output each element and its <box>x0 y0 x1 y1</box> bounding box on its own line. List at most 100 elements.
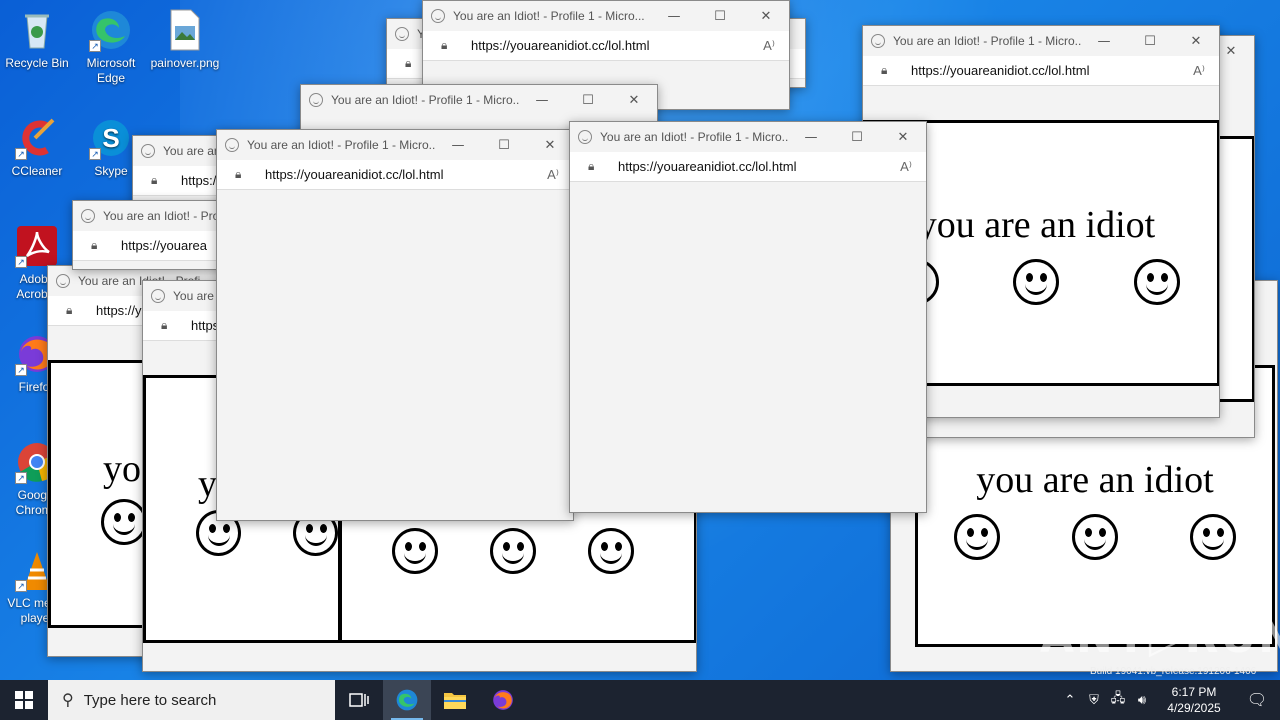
read-aloud-icon[interactable]: A⁾ <box>886 159 926 175</box>
window-titlebar[interactable]: You are an Idiot! - Profile 1 - Micro...… <box>863 26 1219 56</box>
smiley-face-icon <box>392 528 438 574</box>
address-url[interactable]: https://youareanidiot.cc/lol.html <box>265 167 533 182</box>
maximize-icon[interactable]: ☐ <box>697 9 743 24</box>
ccleaner-icon: ↗ <box>15 116 59 160</box>
shortcut-arrow-icon: ↗ <box>15 256 27 268</box>
minimize-icon[interactable]: — <box>435 138 481 153</box>
shortcut-arrow-icon: ↗ <box>15 472 27 484</box>
window-title: You are an Idiot! - Profile 1 - Micro... <box>893 34 1081 48</box>
security-icon[interactable]: ⛨ <box>1082 692 1106 708</box>
lock-icon: 🔒︎ <box>588 159 595 173</box>
address-bar[interactable]: 🔒︎ https://youareanidiot.cc/lol.html A⁾ <box>217 160 573 190</box>
desktop-icon-label: painover.png <box>150 56 220 70</box>
lock-icon: 🔒︎ <box>881 63 888 77</box>
maximize-icon[interactable]: ☐ <box>1127 34 1173 49</box>
close-icon[interactable]: ✕ <box>880 130 926 145</box>
taskbar-search[interactable]: ⚲ Type here to search <box>48 680 335 720</box>
desktop-icon-edge[interactable]: ↗ Microsoft Edge <box>74 8 148 86</box>
close-icon[interactable]: ✕ <box>743 9 789 24</box>
taskbar-clock[interactable]: 6:17 PM 4/29/2025 <box>1154 684 1234 716</box>
lock-icon: 🔒︎ <box>91 238 98 252</box>
lock-icon: 🔒︎ <box>441 38 448 52</box>
edge-icon: ↗ <box>89 8 133 52</box>
minimize-icon[interactable]: — <box>1081 34 1127 49</box>
address-url[interactable]: https://youareanidiot.cc/lol.html <box>471 38 749 53</box>
browser-window[interactable]: You are an Idiot! - Profile 1 - Micro...… <box>569 121 927 513</box>
firefox-icon <box>493 690 513 710</box>
taskbar-firefox[interactable] <box>479 680 527 720</box>
close-icon[interactable]: ✕ <box>611 93 657 108</box>
smiley-face-icon <box>490 528 536 574</box>
search-placeholder: Type here to search <box>83 691 217 709</box>
smiley-favicon-icon <box>395 27 409 41</box>
desktop-icon-label: Microsoft Edge <box>86 56 136 85</box>
read-aloud-icon[interactable]: A⁾ <box>749 38 789 54</box>
address-bar[interactable]: 🔒︎ https://youareanidiot.cc/lol.html A⁾ <box>863 56 1219 86</box>
window-titlebar[interactable]: You are an Idiot! - Profile 1 - Micro...… <box>570 122 926 152</box>
close-icon[interactable]: ✕ <box>527 138 573 153</box>
smiley-favicon-icon <box>141 144 155 158</box>
smiley-face-icon <box>1190 514 1236 560</box>
smiley-face-icon <box>1072 514 1118 560</box>
start-button[interactable] <box>0 680 48 720</box>
loading-spinner-icon <box>431 9 445 23</box>
skype-icon: S ↗ <box>89 116 133 160</box>
address-url[interactable]: https://youareanidiot.cc/lol.html <box>618 159 886 174</box>
page-content <box>570 182 926 512</box>
image-file-icon <box>163 8 207 52</box>
minimize-icon[interactable]: — <box>788 130 834 145</box>
window-title: You are an Idiot! - Profile 1 - Micro... <box>453 9 645 23</box>
shortcut-arrow-icon: ↗ <box>15 364 27 376</box>
task-view-button[interactable] <box>335 680 383 720</box>
smiley-favicon-icon <box>56 274 70 288</box>
lock-icon: 🔒︎ <box>151 173 158 187</box>
loading-spinner-icon <box>151 289 165 303</box>
smiley-favicon-icon <box>578 130 592 144</box>
smiley-favicon-icon <box>81 209 95 223</box>
folder-icon <box>444 693 466 709</box>
lock-icon: 🔒︎ <box>161 318 168 332</box>
read-aloud-icon[interactable]: A⁾ <box>1179 63 1219 79</box>
smiley-favicon-icon <box>225 138 239 152</box>
desktop-icon-ccleaner[interactable]: ↗ CCleaner <box>0 116 74 179</box>
minimize-icon[interactable]: — <box>651 9 697 24</box>
maximize-icon[interactable]: ☐ <box>481 138 527 153</box>
lock-icon: 🔒︎ <box>235 167 242 181</box>
chevron-up-icon[interactable]: ⌃ <box>1058 692 1082 708</box>
read-aloud-icon[interactable]: A⁾ <box>533 167 573 183</box>
clock-time: 6:17 PM <box>1171 685 1217 699</box>
task-view-icon <box>349 693 369 707</box>
desktop-icon-painover[interactable]: painover.png <box>148 8 222 71</box>
maximize-icon[interactable]: ☐ <box>565 93 611 108</box>
desktop-icon-label: CCleaner <box>11 164 63 178</box>
maximize-icon[interactable]: ☐ <box>834 130 880 145</box>
taskbar-edge[interactable] <box>383 680 431 720</box>
shortcut-arrow-icon: ↗ <box>89 40 101 52</box>
address-bar[interactable]: 🔒︎ https://youareanidiot.cc/lol.html A⁾ <box>423 31 789 61</box>
desktop-icon-recycle-bin[interactable]: Recycle Bin <box>0 8 74 71</box>
windows-logo-icon <box>15 691 33 709</box>
build-info: Build 19041.vb_release.191206-1406 <box>1090 666 1257 677</box>
window-titlebar[interactable]: You are an Idiot! - Profile 1 - Micro...… <box>217 130 573 160</box>
search-icon: ⚲ <box>62 692 74 709</box>
lock-icon: 🔒︎ <box>405 56 412 70</box>
network-icon[interactable]: 🖧︎ <box>1106 689 1130 711</box>
smiley-face-icon <box>101 499 147 545</box>
smiley-face-icon <box>1133 259 1180 305</box>
recycle-bin-icon <box>15 8 59 52</box>
volume-icon[interactable]: 🔊︎ <box>1130 692 1154 708</box>
smiley-face-icon <box>1013 259 1060 305</box>
taskbar-file-explorer[interactable] <box>431 680 479 720</box>
window-title: You are an Idiot! - Profile 1 - Micro... <box>600 130 788 144</box>
browser-window[interactable]: You are an Idiot! - Profile 1 - Micro...… <box>216 129 574 521</box>
notification-icon[interactable]: 🗨︎ <box>1234 690 1280 710</box>
window-titlebar[interactable]: You are an Idiot! - Profile 1 - Micro...… <box>423 1 789 31</box>
minimize-icon[interactable]: — <box>519 93 565 108</box>
smiley-face-icon <box>954 514 1000 560</box>
address-url[interactable]: https://youareanidiot.cc/lol.html <box>911 63 1179 78</box>
window-titlebar[interactable]: You are an Idiot! - Profile 1 - Micro...… <box>301 85 657 115</box>
address-bar[interactable]: 🔒︎ https://youareanidiot.cc/lol.html A⁾ <box>570 152 926 182</box>
acrobat-icon: ↗ <box>15 224 59 268</box>
taskbar: ⚲ Type here to search ⌃ ⛨ 🖧︎ 🔊︎ 6:17 PM … <box>0 680 1280 720</box>
close-icon[interactable]: ✕ <box>1173 34 1219 49</box>
